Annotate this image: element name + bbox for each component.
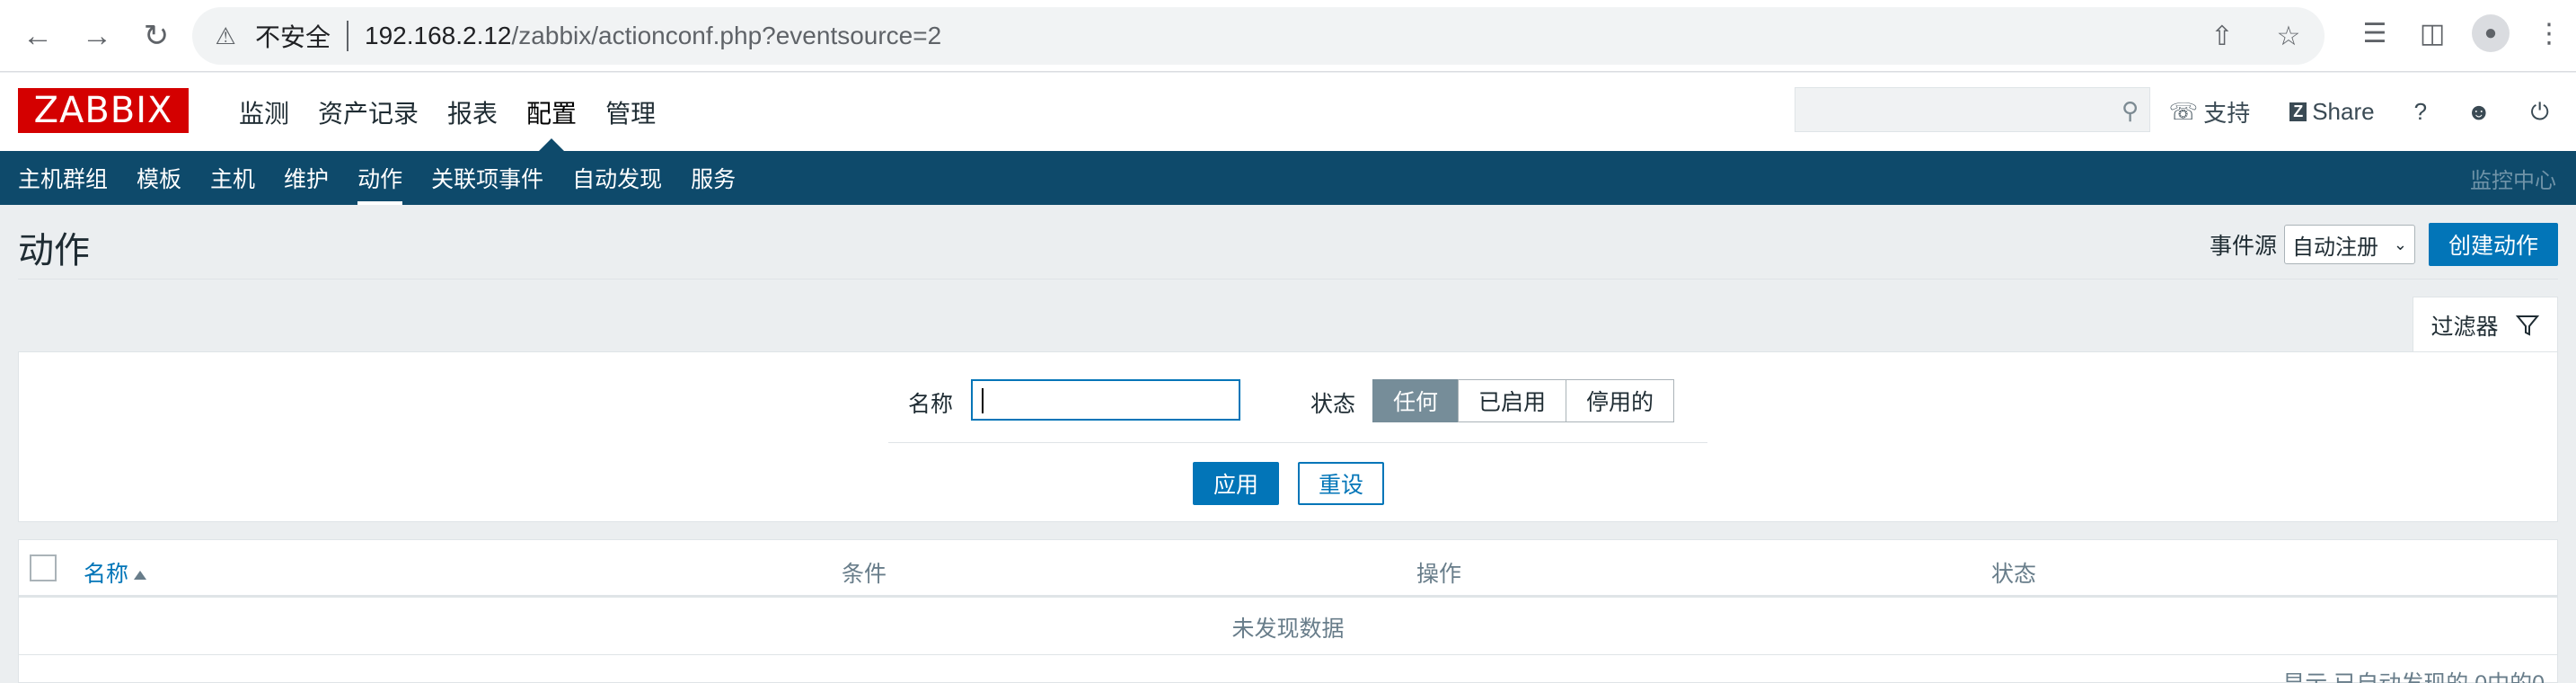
status-label: 状态 [1310, 392, 1356, 417]
global-search-input[interactable]: ⚲ [1795, 87, 2150, 132]
profile-avatar-icon[interactable]: ● [2472, 14, 2510, 52]
text-caret [982, 388, 984, 413]
submenu-services[interactable]: 服务 [676, 151, 750, 205]
no-data-message: 未发现数据 [19, 599, 2557, 655]
create-action-button[interactable]: 创建动作 [2429, 223, 2558, 266]
table-header: 名称 条件 操作 状态 [19, 540, 2557, 598]
page-title: 动作 [18, 231, 90, 271]
column-operations-header: 操作 [1416, 562, 1462, 587]
submenu-event-correlation[interactable]: 关联项事件 [417, 151, 558, 205]
reset-button[interactable]: 重设 [1298, 462, 1384, 505]
submenu-actions[interactable]: 动作 [343, 151, 417, 205]
support-link[interactable]: ☏ 支持 [2169, 95, 2251, 129]
name-filter-input[interactable] [971, 379, 1240, 421]
status-option-enabled[interactable]: 已启用 [1458, 379, 1567, 422]
actions-table: 名称 条件 操作 状态 未发现数据 显示 已自动发现的 0中的0 [18, 539, 2558, 683]
menu-monitoring[interactable]: 监测 [225, 73, 304, 151]
filter-tab[interactable]: 过滤器 [2413, 297, 2558, 352]
column-conditions-header: 条件 [842, 562, 887, 587]
share-page-icon[interactable]: ⇧ [2204, 18, 2240, 54]
submenu-host-groups[interactable]: 主机群组 [4, 151, 122, 205]
paging-info: 显示 已自动发现的 0中的0 [2282, 666, 2545, 683]
status-segmented-control: 任何 已启用 停用的 [1372, 379, 1675, 422]
divider [888, 442, 1707, 443]
main-menu: 监测 资产记录 报表 配置 管理 [225, 73, 670, 151]
user-profile-icon[interactable]: ☻ [2466, 98, 2491, 126]
filter-tab-label: 过滤器 [2430, 314, 2499, 340]
event-source-label: 事件源 [2210, 234, 2278, 259]
menu-inventory[interactable]: 资产记录 [304, 73, 433, 151]
share-label: Share [2312, 98, 2375, 125]
name-label: 名称 [908, 392, 954, 417]
column-name-header[interactable]: 名称 [84, 556, 147, 589]
sub-menu: 主机群组 模板 主机 维护 动作 关联项事件 自动发现 服务 监控中心 [0, 151, 2576, 205]
share-link[interactable]: Z Share [2289, 98, 2375, 126]
filter-panel: 名称 状态 任何 已启用 停用的 应用 重设 [18, 351, 2558, 522]
reload-icon[interactable]: ↻ [135, 14, 178, 58]
search-icon[interactable]: ⚲ [2122, 97, 2139, 125]
status-option-any[interactable]: 任何 [1372, 379, 1460, 422]
security-label[interactable]: 不安全 [255, 18, 331, 54]
bookmark-star-icon[interactable]: ☆ [2271, 18, 2307, 54]
menu-administration[interactable]: 管理 [591, 73, 670, 151]
logout-icon[interactable]: ⏻ [2530, 98, 2549, 127]
url-path[interactable]: /zabbix/actionconf.php?eventsource=2 [512, 22, 942, 50]
sort-ascending-icon [134, 571, 147, 581]
top-header: ZABBIX 监测 资产记录 报表 配置 管理 ⚲ ☏ 支持 Z Share ? ☻… [0, 73, 2576, 151]
support-label: 支持 [2203, 100, 2251, 127]
side-panel-icon[interactable]: ◫ [2414, 15, 2450, 51]
headset-icon: ☏ [2168, 98, 2199, 125]
reading-list-icon[interactable]: ☰ [2357, 15, 2393, 51]
event-source-control: 事件源 自动注册 ⌄ [2210, 225, 2416, 264]
help-link[interactable]: ? [2414, 98, 2427, 126]
browser-toolbar: ← → ↻ ⚠ 不安全 192.168.2.12/zabbix/actionco… [0, 0, 2576, 72]
warning-icon[interactable]: ⚠ [212, 22, 239, 49]
submenu-templates[interactable]: 模板 [122, 151, 196, 205]
column-name-label: 名称 [84, 562, 129, 587]
select-all-checkbox[interactable] [30, 554, 57, 581]
chevron-down-icon: ⌄ [2393, 235, 2408, 253]
event-source-value: 自动注册 [2292, 235, 2379, 260]
zabbix-logo[interactable]: ZABBIX [18, 88, 189, 133]
apply-button[interactable]: 应用 [1193, 462, 1279, 505]
url-host[interactable]: 192.168.2.12 [365, 22, 512, 50]
share-z-icon: Z [2289, 102, 2307, 121]
divider [347, 21, 349, 51]
server-name-label: 监控中心 [2470, 168, 2556, 193]
more-menu-icon[interactable]: ⋮ [2531, 15, 2567, 51]
submenu-discovery[interactable]: 自动发现 [558, 151, 676, 205]
filter-funnel-icon [2515, 315, 2539, 336]
column-status-header: 状态 [1991, 562, 2037, 587]
menu-reports[interactable]: 报表 [433, 73, 512, 151]
event-source-select[interactable]: 自动注册 ⌄ [2284, 225, 2416, 264]
address-bar[interactable]: ⚠ 不安全 192.168.2.12/zabbix/actionconf.php… [192, 7, 2325, 65]
status-option-disabled[interactable]: 停用的 [1566, 379, 1675, 422]
submenu-maintenance[interactable]: 维护 [269, 151, 343, 205]
menu-configuration[interactable]: 配置 [512, 73, 591, 151]
submenu-hosts[interactable]: 主机 [196, 151, 269, 205]
back-icon[interactable]: ← [16, 14, 59, 58]
forward-icon[interactable]: → [75, 14, 119, 58]
